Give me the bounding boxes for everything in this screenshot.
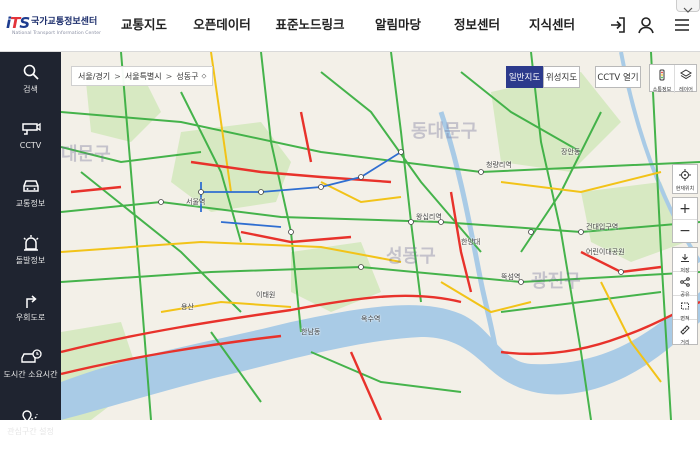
sidebar-item-label: 검색 xyxy=(23,85,38,94)
sidebar-item-label: 우회도로 xyxy=(15,313,46,322)
locate-control: 현재위치 xyxy=(672,164,698,194)
nav-knowledge-center[interactable]: 지식센터 xyxy=(516,0,588,52)
share-map-button[interactable]: 공유 xyxy=(673,272,697,298)
satellite-map-button[interactable]: 위성지도 xyxy=(543,66,580,88)
nav-open-data[interactable]: 오픈데이터 xyxy=(182,0,262,52)
map-canvas xyxy=(61,52,700,420)
siren-icon xyxy=(23,235,38,251)
tool-label: 거리 xyxy=(680,340,690,346)
area-icon xyxy=(681,302,689,310)
chevron-down-icon xyxy=(683,7,693,13)
header: iTS 국가교통정보센터 National Transport Informat… xyxy=(0,0,700,52)
sidebar-item-traffic-info[interactable]: 교통정보 xyxy=(0,166,61,226)
route-pin-icon xyxy=(21,410,38,423)
place-label: 왕십리역 xyxy=(416,213,442,221)
locate-icon xyxy=(679,169,691,181)
cctv-open-button[interactable]: CCTV 열기 xyxy=(595,66,641,88)
logo[interactable]: iTS 국가교통정보센터 National Transport Informat… xyxy=(6,12,106,42)
logo-mark: iTS xyxy=(6,14,30,32)
sidebar-item-label: 관심구간 설정 xyxy=(7,427,54,436)
nav-traffic-map[interactable]: 교통지도 xyxy=(106,0,182,52)
sidebar-item-label: CCTV xyxy=(19,141,42,150)
distance-measure-button[interactable]: 거리 xyxy=(673,320,697,346)
place-label: 장안동 xyxy=(561,148,581,156)
breadcrumb-caret[interactable]: ⬦ xyxy=(201,72,206,81)
place-label: 한남동 xyxy=(301,328,321,336)
locate-button[interactable]: 현재위치 xyxy=(673,165,697,193)
sidebar-item-search[interactable]: 검색 xyxy=(0,52,61,112)
breadcrumb-region[interactable]: 서울/경기 xyxy=(78,71,110,82)
district-label: 성동구 xyxy=(386,246,436,267)
logo-name: 국가교통정보센터 xyxy=(31,17,98,27)
breadcrumb-separator: > xyxy=(165,71,173,81)
nav-info-center[interactable]: 정보센터 xyxy=(438,0,516,52)
download-icon xyxy=(681,254,689,262)
zoom-control: + − xyxy=(672,197,698,243)
map-tools-stack: 저장 공유 면적 거리 xyxy=(672,247,698,346)
nav-notice[interactable]: 알림마당 xyxy=(358,0,438,52)
place-label: 옥수역 xyxy=(361,315,381,323)
district-label: 광진구 xyxy=(531,271,581,292)
traffic-map[interactable]: 대문구 동대문구 성동구 광진구 서울역 청량리역 왕십리역 건대입구역 뚝섬역… xyxy=(61,52,700,420)
place-label: 한양대 xyxy=(461,238,481,246)
share-icon xyxy=(680,277,690,287)
user-icon[interactable] xyxy=(636,15,656,35)
traffic-info-icon xyxy=(659,69,665,81)
ruler-icon xyxy=(680,325,690,335)
sidebar-item-detour[interactable]: 우회도로 xyxy=(0,280,61,340)
sidebar-item-favorite-route[interactable]: 관심구간 설정 xyxy=(0,394,61,454)
main-nav: 교통지도 오픈데이터 표준노드링크 알림마당 정보센터 지식센터 xyxy=(106,0,588,52)
zoom-in-button[interactable]: + xyxy=(673,198,697,220)
cctv-icon xyxy=(21,122,41,135)
sidebar-item-incident[interactable]: 돌발정보 xyxy=(0,223,61,283)
breadcrumb-district[interactable]: 성동구 xyxy=(176,71,198,82)
nav-node-link[interactable]: 표준노드링크 xyxy=(262,0,358,52)
menu-icon[interactable] xyxy=(672,15,692,35)
district-label: 대문구 xyxy=(61,144,111,165)
place-label: 이태원 xyxy=(256,291,276,299)
place-label: 어린이대공원 xyxy=(586,248,625,256)
place-label: 용산 xyxy=(181,303,194,311)
district-label: 동대문구 xyxy=(411,121,478,142)
login-icon[interactable] xyxy=(608,15,628,35)
sidebar-item-label: 돌발정보 xyxy=(15,256,46,265)
breadcrumb-city[interactable]: 서울특별시 xyxy=(125,71,162,82)
breadcrumb-separator: > xyxy=(114,71,121,81)
map-tool-box: 소통정보 레이어 xyxy=(649,64,698,93)
car-clock-icon xyxy=(20,349,42,363)
zoom-out-button[interactable]: − xyxy=(673,220,697,242)
collapse-header-button[interactable] xyxy=(676,0,700,13)
layers-icon xyxy=(680,69,692,80)
save-map-button[interactable]: 저장 xyxy=(673,248,697,274)
tool-label: 소통정보 xyxy=(652,87,672,93)
sidebar-item-label: 교통정보 xyxy=(15,199,46,208)
general-map-button[interactable]: 일반지도 xyxy=(506,66,543,88)
tool-label: 현재위치 xyxy=(675,186,695,192)
sidebar: 검색 CCTV 교통정보 돌발정보 우회도로 도시간 소요시간 관심구간 설정 xyxy=(0,52,61,436)
place-label: 뚝섬역 xyxy=(501,273,521,281)
place-label: 서울역 xyxy=(186,198,206,206)
place-label: 청량리역 xyxy=(486,161,512,169)
layers-button[interactable]: 레이어 xyxy=(674,65,698,93)
area-measure-button[interactable]: 면적 xyxy=(673,296,697,322)
sidebar-item-cctv[interactable]: CCTV xyxy=(0,109,61,169)
search-icon xyxy=(23,64,39,80)
sidebar-item-intercity-time[interactable]: 도시간 소요시간 xyxy=(0,337,61,397)
place-label: 건대입구역 xyxy=(586,223,619,231)
sidebar-item-label: 도시간 소요시간 xyxy=(3,370,58,379)
breadcrumb: 서울/경기 > 서울특별시 > 성동구 ⬦ xyxy=(71,66,214,86)
traffic-info-button[interactable]: 소통정보 xyxy=(650,65,675,93)
detour-icon xyxy=(25,295,37,308)
tool-label: 레이어 xyxy=(679,87,693,93)
logo-subtitle: National Transport Information Center xyxy=(12,31,102,36)
car-icon xyxy=(22,180,39,192)
